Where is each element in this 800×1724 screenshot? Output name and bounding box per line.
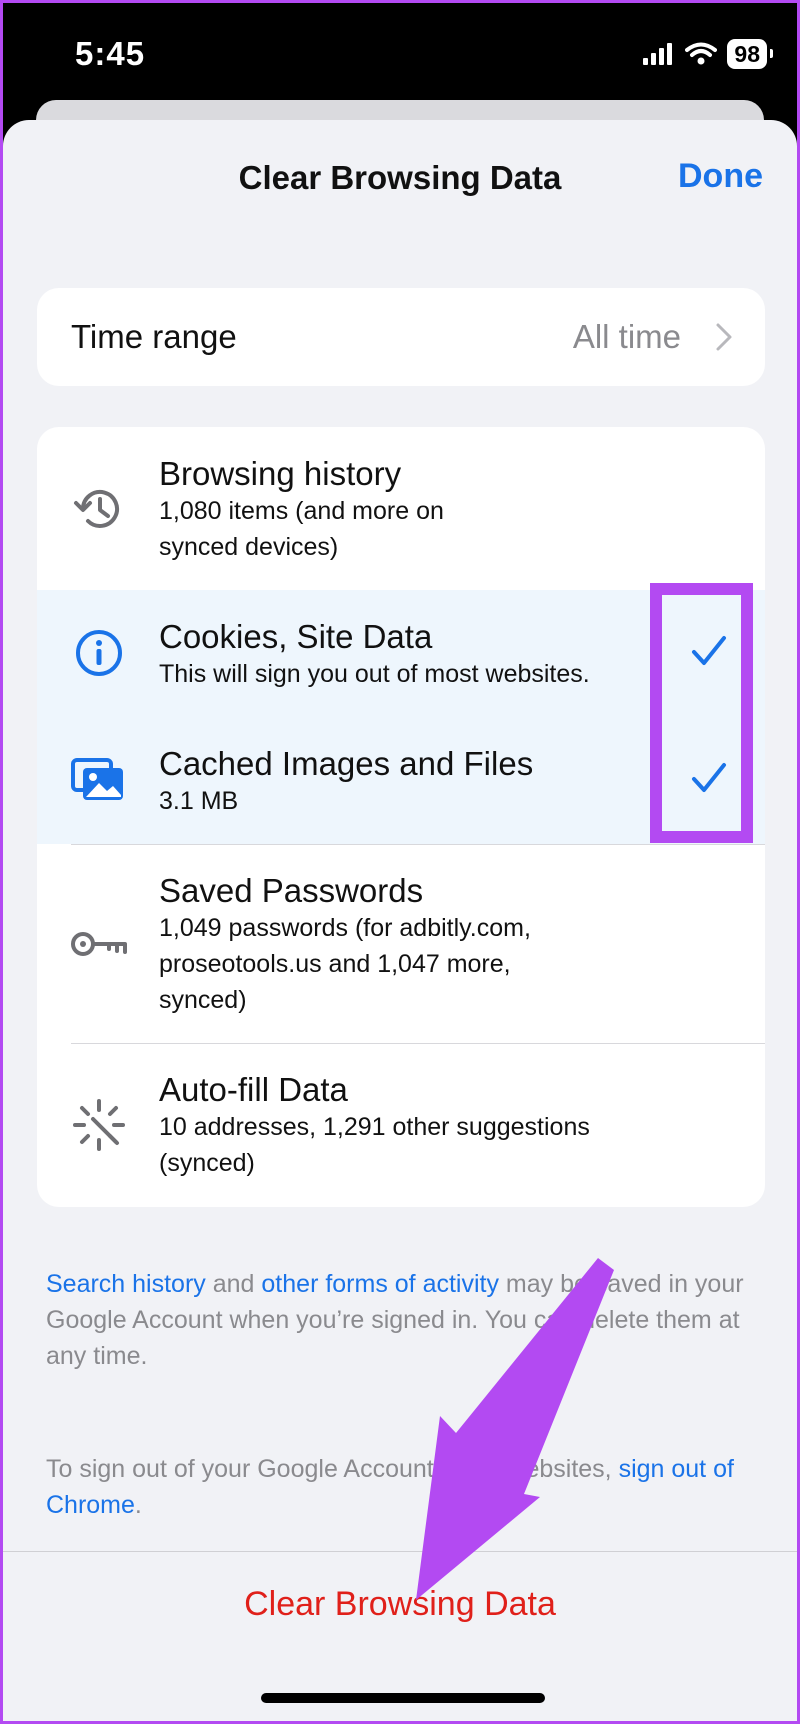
item-title: Cookies, Site Data — [159, 618, 433, 655]
item-subtitle: 1,080 items (and more on synced devices) — [159, 497, 444, 561]
highlight-box — [650, 583, 753, 843]
note-text: To sign out of your Google Account on al… — [46, 1455, 619, 1483]
google-account-note: Search history and other forms of activi… — [46, 1266, 756, 1374]
info-icon — [76, 630, 122, 676]
chevron-right-icon — [716, 323, 732, 351]
item-title: Saved Passwords — [159, 872, 424, 909]
status-icons: 98 — [643, 39, 773, 69]
item-title: Cached Images and Files — [159, 745, 534, 782]
item-subtitle: This will sign you out of most websites. — [159, 660, 590, 688]
note-text: . — [134, 1491, 142, 1519]
done-button[interactable]: Done — [678, 157, 763, 196]
item-title: Auto-fill Data — [159, 1071, 348, 1108]
list-item-autofill[interactable]: Auto-fill Data 10 addresses, 1,291 other… — [37, 1043, 765, 1207]
time-range-label: Time range — [71, 318, 237, 355]
item-subtitle: 1,049 passwords (for adbitly.com, proseo… — [159, 914, 531, 1014]
item-title: Browsing history — [159, 455, 402, 492]
home-indicator — [261, 1693, 545, 1703]
time-range-value: All time — [572, 318, 681, 355]
divider — [3, 1551, 797, 1552]
search-history-link[interactable]: Search history — [46, 1270, 206, 1298]
list-item-browsing-history[interactable]: Browsing history 1,080 items (and more o… — [37, 427, 765, 590]
clear-browsing-data-button[interactable]: Clear Browsing Data — [3, 1585, 797, 1624]
history-icon — [74, 489, 119, 528]
key-icon — [71, 932, 127, 956]
item-subtitle: 3.1 MB — [159, 787, 239, 815]
phone-screen: 5:45 98 Clear Browsing Data Done Time ra… — [3, 3, 797, 1721]
note-text: and — [205, 1270, 262, 1298]
status-bar: 5:45 98 — [3, 3, 797, 103]
battery-level: 98 — [727, 39, 773, 69]
list-item-saved-passwords[interactable]: Saved Passwords 1,049 passwords (for adb… — [37, 844, 765, 1043]
other-activity-link[interactable]: other forms of activity — [261, 1270, 499, 1298]
status-time: 5:45 — [75, 35, 146, 72]
wifi-icon — [685, 42, 718, 65]
item-subtitle: 10 addresses, 1,291 other suggestions (s… — [159, 1113, 590, 1177]
magic-wand-icon — [73, 1099, 125, 1151]
sign-out-note: To sign out of your Google Account on al… — [46, 1451, 756, 1523]
time-range-row[interactable]: Time range All time — [37, 288, 765, 386]
cellular-signal-icon — [643, 43, 673, 65]
images-icon — [71, 758, 123, 800]
